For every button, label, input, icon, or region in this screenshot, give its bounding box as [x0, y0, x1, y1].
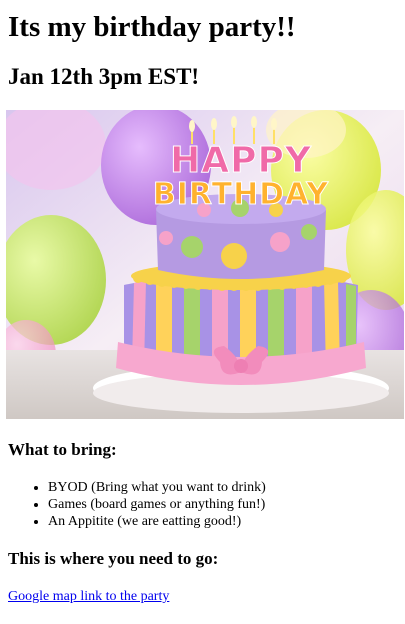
bring-list-item: Games (board games or anything fun!): [48, 496, 397, 513]
what-to-bring-heading: What to bring:: [8, 440, 117, 459]
bring-list-item: An Appitite (we are eatting good!): [48, 513, 397, 530]
cake-sign-happy: HAPPY: [170, 140, 312, 181]
page-title: Its my birthday party!!: [8, 11, 296, 43]
google-map-link[interactable]: Google map link to the party: [8, 588, 169, 605]
party-date: Jan 12th 3pm EST!: [8, 64, 200, 89]
birthday-cake-image: HAPPY BIRTHDAY: [6, 110, 404, 419]
cake-sign-birthday: BIRTHDAY: [153, 177, 330, 212]
bring-list: BYOD (Bring what you want to drink) Game…: [8, 479, 397, 530]
location-heading: This is where you need to go:: [8, 549, 219, 568]
bring-list-item: BYOD (Bring what you want to drink): [48, 479, 397, 496]
page: Its my birthday party!! Jan 12th 3pm EST…: [0, 0, 405, 605]
